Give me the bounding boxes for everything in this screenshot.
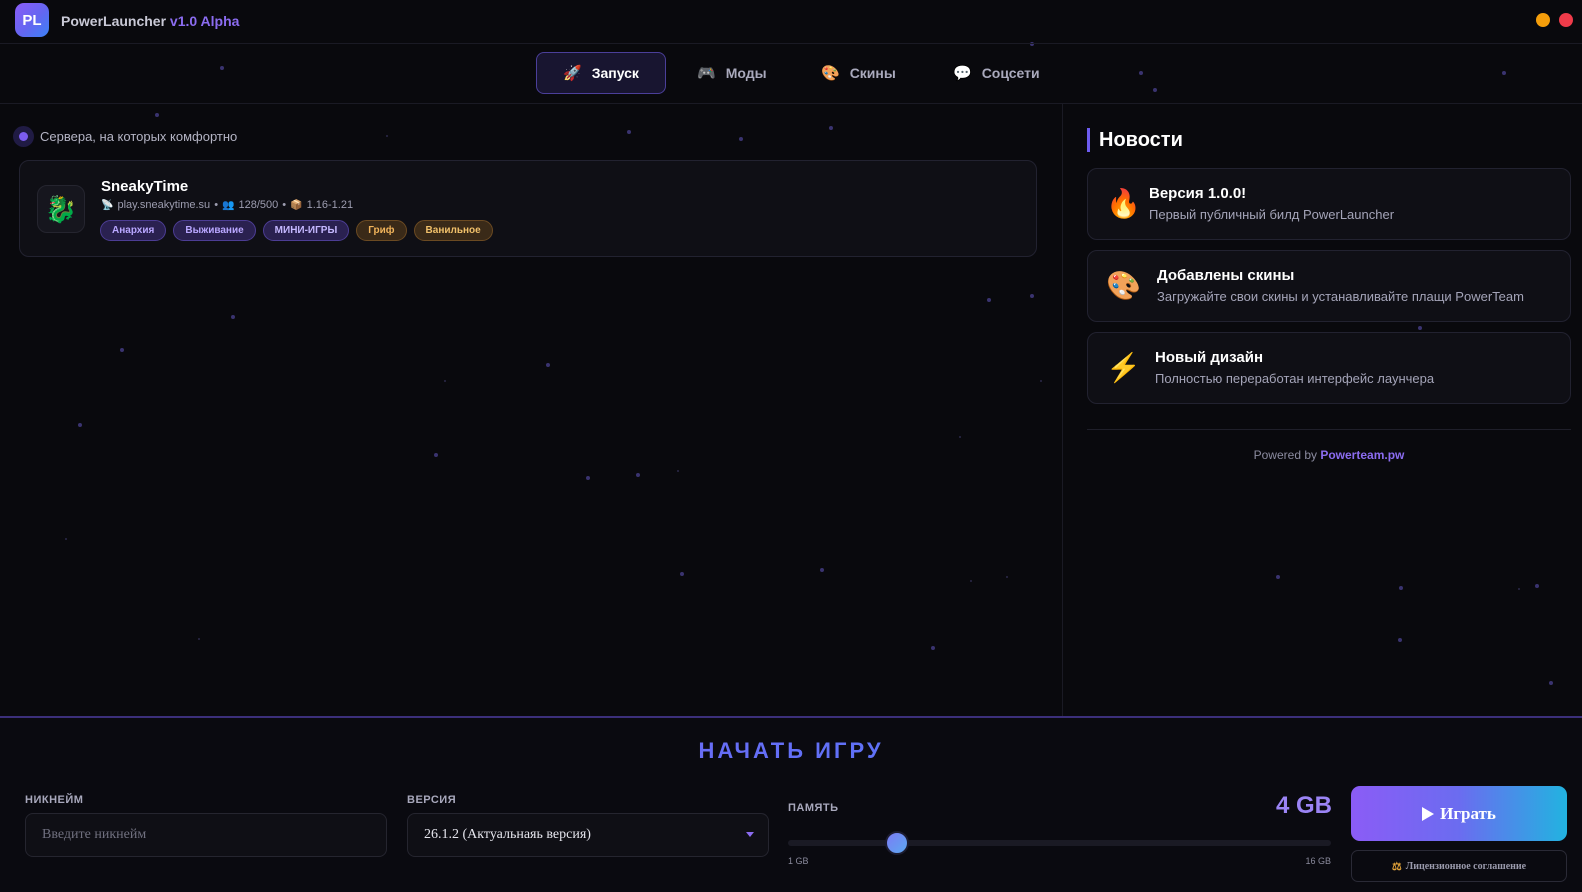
tab-label: Скины: [849, 65, 896, 81]
app-name: PowerLauncher: [61, 13, 167, 29]
version-selected: 26.1.2 (Актуальнаяь версия): [424, 827, 591, 842]
players-icon: 👥: [222, 199, 235, 211]
dot-icon: [13, 126, 34, 147]
launch-bar: НАЧАТЬ ИГРУ НИКНЕЙМ Введите никнейм ВЕРС…: [0, 716, 1582, 892]
license-button[interactable]: ⚖ Лицензионное соглашение: [1351, 850, 1567, 882]
memory-value: 4 GB: [1275, 792, 1332, 819]
play-icon: [1422, 806, 1435, 821]
fire-icon: 🔥: [1106, 188, 1141, 219]
gamepad-icon: 🎮: [697, 65, 716, 82]
powerteam-link[interactable]: Powerteam.pw: [1320, 448, 1404, 462]
powered-by-text: Powered by: [1253, 448, 1317, 462]
tab-mods[interactable]: 🎮 Моды: [697, 52, 767, 94]
minimize-button[interactable]: [1536, 13, 1550, 27]
tag-anarchy: Анархия: [100, 220, 167, 241]
app-version: v1.0 Alpha: [169, 13, 240, 29]
tab-socials[interactable]: 💬 Соцсети: [953, 52, 1040, 94]
memory-max: 16 GB: [1305, 856, 1331, 866]
server-meta: 📡 play.sneakytime.su • 👥 128/500 • 📦 1.1…: [101, 199, 353, 211]
divider: [1087, 429, 1571, 430]
tab-launch[interactable]: 🚀 Запуск: [536, 52, 666, 94]
powered-by: Powered by Powerteam.pw: [1087, 448, 1571, 462]
news-card-text: Первый публичный билд PowerLauncher: [1149, 207, 1395, 222]
satellite-icon: 📡: [101, 199, 114, 211]
palette-icon: 🎨: [821, 65, 840, 82]
server-players: 128/500: [238, 199, 279, 211]
tag-grief: Гриф: [356, 220, 407, 241]
play-button[interactable]: Играть: [1351, 786, 1567, 841]
main-nav: 🚀 Запуск 🎮 Моды 🎨 Скины 💬 Соцсети: [0, 44, 1582, 104]
start-game-title: НАЧАТЬ ИГРУ: [0, 738, 1582, 764]
palette-icon: 🎨: [1106, 270, 1141, 301]
license-label: Лицензионное соглашение: [1405, 860, 1527, 872]
news-title: Новости: [1087, 128, 1183, 152]
news-card-text: Загружайте свои скины и устанавливайте п…: [1157, 289, 1524, 304]
app-title: PowerLauncher v1.0 Alpha: [61, 13, 239, 29]
meta-separator: •: [282, 199, 287, 211]
memory-label: ПАМЯТЬ: [788, 802, 839, 814]
memory-slider-knob[interactable]: [884, 831, 909, 855]
scales-icon: ⚖: [1391, 860, 1402, 873]
news-card-text: Полностью переработан интерфейс лаунчера: [1155, 371, 1435, 386]
memory-min: 1 GB: [788, 856, 809, 866]
tab-label: Моды: [725, 65, 767, 81]
news-card-title: Версия 1.0.0!: [1149, 185, 1247, 202]
nickname-label: НИКНЕЙМ: [25, 794, 84, 806]
tab-skins[interactable]: 🎨 Скины: [821, 52, 896, 94]
tab-label: Запуск: [591, 65, 639, 81]
news-card-title: Добавлены скины: [1157, 267, 1295, 284]
nickname-input[interactable]: Введите никнейм: [25, 813, 387, 857]
news-panel: Новости 🔥 Версия 1.0.0! Первый публичный…: [1062, 104, 1582, 716]
package-icon: 📦: [290, 199, 303, 211]
section-label-text: Сервера, на которых комфортно: [40, 129, 238, 144]
news-card[interactable]: ⚡ Новый дизайн Полностью переработан инт…: [1087, 332, 1571, 404]
close-button[interactable]: [1559, 13, 1573, 27]
rocket-icon: 🚀: [563, 65, 582, 82]
tag-vanilla: Ванильное: [413, 220, 493, 241]
title-bar: PL PowerLauncher v1.0 Alpha: [0, 0, 1582, 44]
dragon-icon: 🐉: [37, 185, 85, 233]
lightning-icon: ⚡: [1106, 352, 1141, 383]
servers-panel: Сервера, на которых комфортно 🐉 SneakyTi…: [0, 104, 1062, 716]
server-address: play.sneakytime.su: [117, 199, 211, 211]
tag-survival: Выживание: [173, 220, 256, 241]
server-name: SneakyTime: [101, 178, 189, 195]
version-label: ВЕРСИЯ: [407, 794, 457, 806]
server-card[interactable]: 🐉 SneakyTime 📡 play.sneakytime.su • 👥 12…: [19, 160, 1037, 257]
servers-section-label: Сервера, на которых комфортно: [13, 126, 237, 147]
server-versions: 1.16-1.21: [306, 199, 354, 211]
news-card-title: Новый дизайн: [1155, 349, 1264, 366]
news-card[interactable]: 🔥 Версия 1.0.0! Первый публичный билд Po…: [1087, 168, 1571, 240]
play-label: Играть: [1440, 803, 1496, 823]
caret-down-icon: [746, 832, 754, 837]
app-logo: PL: [15, 3, 49, 37]
tag-minigames: МИНИ-ИГРЫ: [262, 220, 350, 241]
memory-slider[interactable]: [788, 831, 1331, 855]
news-card[interactable]: 🎨 Добавлены скины Загружайте свои скины …: [1087, 250, 1571, 322]
version-select[interactable]: 26.1.2 (Актуальнаяь версия): [407, 813, 769, 857]
meta-separator: •: [214, 199, 219, 211]
chat-icon: 💬: [953, 65, 972, 82]
server-tags: Анархия Выживание МИНИ-ИГРЫ Гриф Ванильн…: [100, 220, 493, 241]
tab-label: Соцсети: [981, 65, 1040, 81]
